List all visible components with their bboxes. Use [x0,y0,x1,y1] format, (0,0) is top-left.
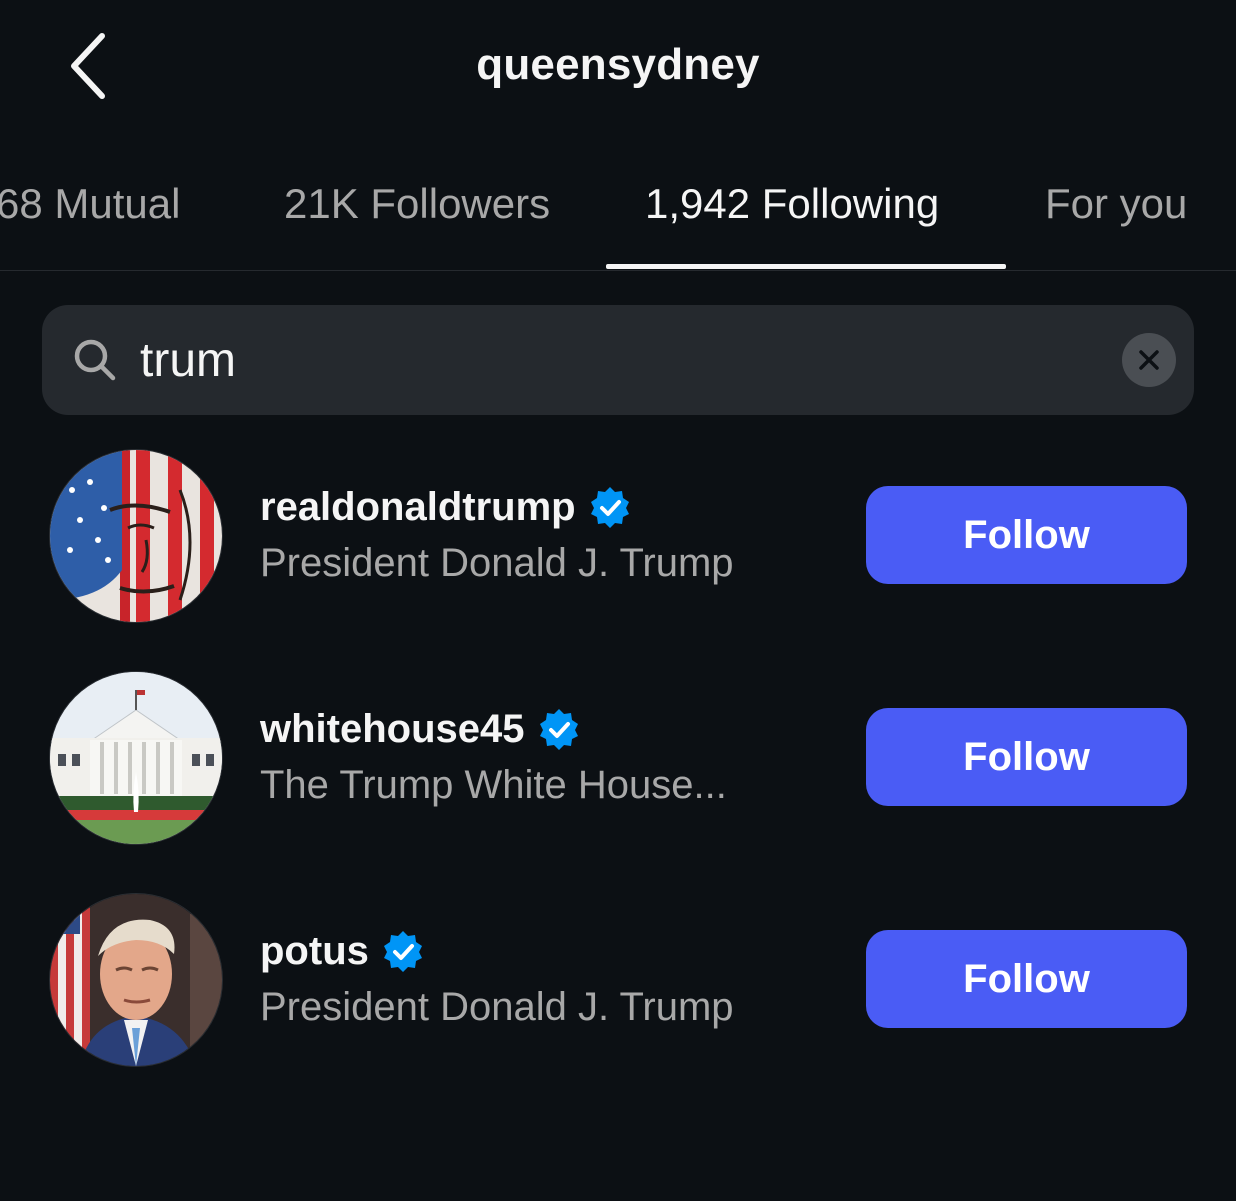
follow-button[interactable]: Follow [866,486,1187,584]
verified-badge-icon [383,931,422,972]
clear-search-button[interactable] [1122,333,1176,387]
avatar[interactable] [49,449,223,623]
username[interactable]: whitehouse45 [260,707,525,752]
following-screen: queensydney 68 Mutual 21K Followers 1,94… [0,0,1236,1201]
verified-badge-icon [539,709,578,750]
username[interactable]: realdonaldtrump [260,485,576,530]
avatar[interactable] [49,671,223,845]
tab-bar: 68 Mutual 21K Followers 1,942 Following … [0,150,1236,271]
list-item[interactable]: realdonaldtrump President Donald J. Trum… [0,449,1236,629]
username-line: whitehouse45 [260,703,581,755]
tab-following[interactable]: 1,942 Following [645,180,939,228]
avatar[interactable] [49,893,223,1067]
page-title: queensydney [476,40,760,89]
tab-mutual[interactable]: 68 Mutual [0,180,180,228]
verified-badge-icon [590,487,629,528]
tab-followers[interactable]: 21K Followers [284,180,550,228]
follow-button[interactable]: Follow [866,708,1187,806]
username-line: realdonaldtrump [260,481,632,533]
search-input[interactable] [140,323,1090,397]
list-item[interactable]: potus President Donald J. Trump Follow [0,893,1236,1073]
flag-face-avatar-image [50,450,222,622]
full-name: The Trump White House... [260,763,727,807]
list-item[interactable]: whitehouse45 The Trump White House... Fo… [0,671,1236,851]
username[interactable]: potus [260,929,369,974]
full-name: President Donald J. Trump [260,985,734,1029]
full-name: President Donald J. Trump [260,541,734,585]
header: queensydney [0,0,1236,140]
username-line: potus [260,925,425,977]
tab-for-you[interactable]: For you [1045,180,1187,228]
white-house-avatar-image [50,672,222,844]
search-icon [74,339,116,381]
follow-button[interactable]: Follow [866,930,1187,1028]
portrait-avatar-image [50,894,222,1066]
active-tab-indicator [606,264,1006,269]
search-bar[interactable] [42,305,1194,415]
close-icon [1139,350,1159,370]
